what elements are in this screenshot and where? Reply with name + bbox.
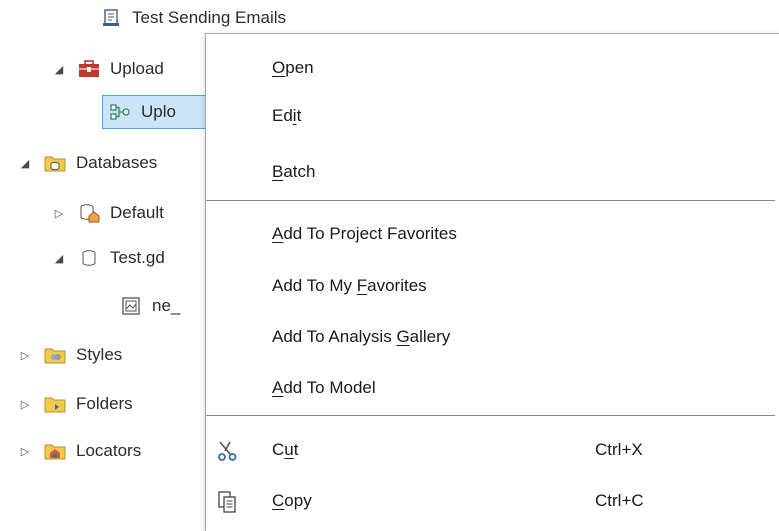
tree-item-ne-raster[interactable]: ne_ bbox=[120, 292, 180, 320]
model-icon bbox=[109, 101, 131, 123]
tree-item-label: Uplo bbox=[141, 102, 176, 121]
expanded-arrow-icon[interactable]: ◢ bbox=[52, 63, 66, 76]
collapsed-arrow-icon[interactable]: ▷ bbox=[52, 207, 66, 220]
menu-item-cut[interactable]: Cut Ctrl+X bbox=[206, 425, 779, 475]
menu-item-label: Add To Project Favorites bbox=[272, 224, 457, 243]
locators-folder-icon bbox=[44, 440, 66, 462]
collapsed-arrow-icon[interactable]: ▷ bbox=[18, 349, 32, 362]
menu-item-label: Open bbox=[272, 58, 314, 77]
toolbox-icon bbox=[78, 58, 100, 80]
scissors-icon bbox=[214, 438, 240, 464]
tree-item-label: ne_ bbox=[152, 296, 181, 315]
folders-icon bbox=[44, 393, 66, 415]
menu-item-copy[interactable]: Copy Ctrl+C bbox=[206, 476, 779, 526]
context-menu: Open Edit Batch Add To Project Favorites… bbox=[205, 33, 779, 531]
databases-folder-icon bbox=[44, 152, 66, 174]
tree-item-label: Default bbox=[110, 203, 164, 222]
tree-item-upload-toolbox[interactable]: ◢ Upload bbox=[52, 55, 164, 83]
copy-icon bbox=[214, 489, 240, 515]
menu-separator bbox=[206, 415, 775, 416]
menu-item-label: Add To My Favorites bbox=[272, 276, 427, 295]
raster-dataset-icon bbox=[120, 295, 142, 317]
menu-item-label: Add To Analysis Gallery bbox=[272, 327, 451, 346]
tree-item-label: Folders bbox=[76, 394, 133, 413]
menu-item-add-to-my-favorites[interactable]: Add To My Favorites bbox=[206, 261, 779, 311]
expanded-arrow-icon[interactable]: ◢ bbox=[52, 252, 66, 265]
menu-separator bbox=[206, 200, 775, 201]
menu-item-label: Batch bbox=[272, 162, 316, 181]
tree-item-default-gdb[interactable]: ▷ Default bbox=[52, 199, 164, 227]
geodatabase-icon bbox=[78, 247, 100, 269]
menu-item-shortcut: Ctrl+C bbox=[595, 491, 644, 510]
menu-item-label: Copy bbox=[272, 491, 312, 510]
menu-item-edit[interactable]: Edit bbox=[206, 91, 779, 141]
tree-item-upload-model[interactable]: Uplo bbox=[102, 95, 214, 129]
menu-item-open[interactable]: Open bbox=[206, 43, 779, 93]
menu-item-add-to-project-favorites[interactable]: Add To Project Favorites bbox=[206, 209, 779, 259]
expanded-arrow-icon[interactable]: ◢ bbox=[18, 157, 32, 170]
menu-item-add-to-analysis-gallery[interactable]: Add To Analysis Gallery bbox=[206, 312, 779, 362]
tree-item-label: Styles bbox=[76, 345, 123, 364]
tree-item-locators[interactable]: ▷ Locators bbox=[18, 437, 141, 465]
default-geodatabase-icon bbox=[78, 202, 100, 224]
tree-item-folders[interactable]: ▷ Folders bbox=[18, 390, 133, 418]
menu-item-label: Add To Model bbox=[272, 378, 376, 397]
tree-item-databases[interactable]: ◢ Databases bbox=[18, 149, 158, 177]
script-icon bbox=[100, 7, 122, 29]
tree-item-styles[interactable]: ▷ Styles bbox=[18, 341, 123, 369]
menu-item-shortcut: Ctrl+X bbox=[595, 440, 643, 459]
tree-item-label: Locators bbox=[76, 441, 142, 460]
styles-folder-icon bbox=[44, 344, 66, 366]
menu-item-label: Cut bbox=[272, 440, 299, 459]
menu-item-add-to-model[interactable]: Add To Model bbox=[206, 363, 779, 413]
menu-item-batch[interactable]: Batch bbox=[206, 147, 779, 197]
tree-item-test-gdb[interactable]: ◢ Test.gd bbox=[52, 244, 165, 272]
tree-item-label: Test Sending Emails bbox=[132, 8, 287, 27]
collapsed-arrow-icon[interactable]: ▷ bbox=[18, 445, 32, 458]
menu-item-label: Edit bbox=[272, 106, 302, 125]
tree-item-label: Upload bbox=[110, 59, 164, 78]
tree-item-label: Test.gd bbox=[110, 248, 165, 267]
tree-item-label: Databases bbox=[76, 153, 158, 172]
tree-item-test-sending-emails[interactable]: Test Sending Emails bbox=[100, 4, 286, 32]
collapsed-arrow-icon[interactable]: ▷ bbox=[18, 398, 32, 411]
